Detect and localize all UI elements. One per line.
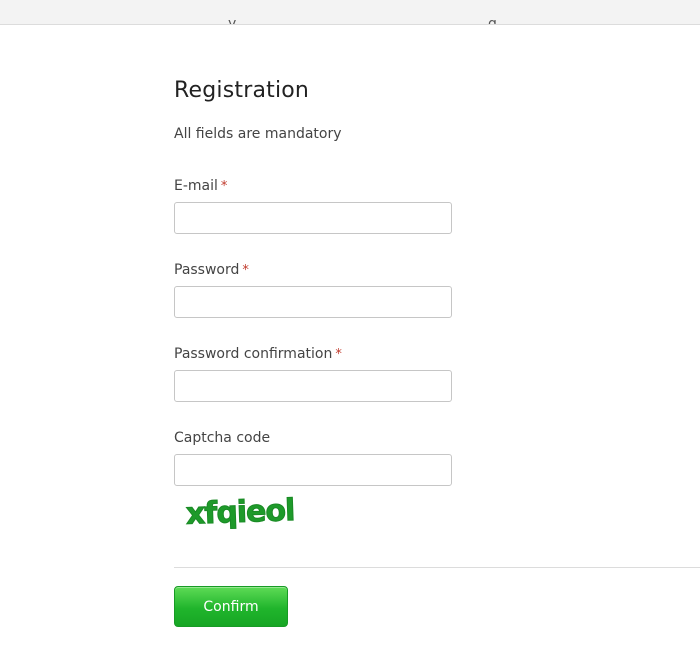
email-field-group: E-mail *	[174, 177, 454, 234]
top-bar-fragment: q	[488, 16, 497, 25]
captcha-field-group: Captcha code	[174, 429, 454, 486]
password-label-text: Password	[174, 262, 240, 278]
form-subtitle: All fields are mandatory	[174, 126, 342, 142]
form-divider	[174, 567, 700, 568]
page-title: Registration	[174, 78, 310, 103]
captcha-label-text: Captcha code	[174, 430, 271, 446]
password-field-group: Password *	[174, 261, 454, 318]
captcha-label: Captcha code	[174, 429, 454, 447]
required-marker: *	[242, 263, 249, 278]
captcha-input[interactable]	[174, 454, 452, 486]
email-input[interactable]	[174, 202, 452, 234]
registration-form: Registration All fields are mandatory E-…	[174, 78, 700, 627]
captcha-image: xfqieol	[185, 493, 294, 533]
email-label-text: E-mail	[174, 178, 218, 194]
password-input[interactable]	[174, 286, 452, 318]
required-marker: *	[220, 179, 228, 194]
confirm-button[interactable]: Confirm	[174, 586, 288, 627]
password-confirmation-label-text: Password confirmation	[174, 346, 333, 362]
top-bar-fragment: y	[228, 16, 237, 25]
password-confirmation-field-group: Password confirmation *	[174, 345, 454, 402]
captcha-text: xfqieol	[185, 493, 294, 532]
password-confirmation-label: Password confirmation *	[174, 345, 454, 363]
browser-top-bar: y q	[0, 0, 700, 25]
required-marker: *	[335, 347, 342, 362]
password-label: Password *	[174, 261, 454, 279]
password-confirmation-input[interactable]	[174, 370, 452, 402]
email-label: E-mail *	[174, 177, 454, 195]
